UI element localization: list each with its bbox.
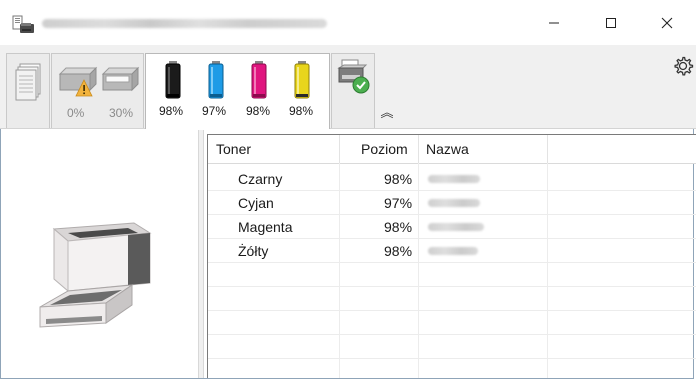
table-row-empty xyxy=(208,335,696,359)
maximize-button[interactable] xyxy=(588,10,634,40)
toner-table: Toner Poziom Nazwa Czarny 98% Cyjan 97% … xyxy=(207,134,696,378)
table-row[interactable]: Żółty 98% xyxy=(208,239,696,263)
toner-name-cell: Cyjan xyxy=(238,195,274,211)
column-header-level[interactable]: Poziom xyxy=(361,135,408,163)
close-icon xyxy=(661,16,673,34)
paper-level-1: 0% xyxy=(67,106,85,120)
collapse-toggle-button[interactable]: ︽ xyxy=(378,105,396,121)
table-row[interactable]: Czarny 98% xyxy=(208,167,696,191)
toner-yellow-level: 98% xyxy=(289,104,314,118)
printer-preview-pane xyxy=(6,134,196,376)
toner-name-cell: Czarny xyxy=(238,171,283,187)
status-tabs-bar: 0% 30% 98% 97% 98% 98% ︽ xyxy=(0,45,696,129)
tab-toner[interactable]: 98% 97% 98% 98% xyxy=(145,53,330,129)
column-header-toner[interactable]: Toner xyxy=(216,135,251,163)
toner-cyan-cartridge-icon xyxy=(208,61,224,104)
part-name-redacted xyxy=(428,199,480,207)
table-row-empty xyxy=(208,263,696,287)
toner-black-level: 98% xyxy=(159,104,184,118)
toner-name-cell: Żółty xyxy=(238,243,269,259)
tab-device-status[interactable] xyxy=(331,53,375,128)
tab-jobs[interactable] xyxy=(6,53,50,128)
toner-level-cell: 97% xyxy=(384,195,413,211)
toner-level-cell: 98% xyxy=(384,243,413,259)
settings-gear-icon[interactable] xyxy=(672,55,694,82)
printer-illustration-icon xyxy=(28,219,158,354)
toner-cyan-level: 97% xyxy=(202,104,227,118)
column-header-name[interactable]: Nazwa xyxy=(426,135,469,163)
minimize-button[interactable] xyxy=(531,10,577,40)
part-name-redacted xyxy=(428,223,484,231)
paper-level-2: 30% xyxy=(109,106,134,120)
document-stack-icon xyxy=(14,62,44,107)
toner-name-cell: Magenta xyxy=(238,219,293,235)
toner-magenta-cartridge-icon xyxy=(251,61,267,104)
column-divider[interactable] xyxy=(339,135,340,163)
printer-app-icon xyxy=(11,15,35,35)
window-title-redacted xyxy=(42,19,327,28)
close-button[interactable] xyxy=(644,10,690,40)
column-divider[interactable] xyxy=(418,135,419,163)
device-ok-icon xyxy=(336,58,372,101)
toner-level-cell: 98% xyxy=(384,171,413,187)
column-divider[interactable] xyxy=(547,135,548,163)
paper-tray-warning-icon xyxy=(56,64,102,107)
tab-paper[interactable]: 0% 30% xyxy=(51,53,144,128)
table-row[interactable]: Magenta 98% xyxy=(208,215,696,239)
toner-black-cartridge-icon xyxy=(165,61,181,104)
table-row-empty xyxy=(208,311,696,335)
toner-yellow-cartridge-icon xyxy=(294,61,310,104)
table-row[interactable]: Cyjan 97% xyxy=(208,191,696,215)
paper-tray-icon xyxy=(100,64,142,103)
part-name-redacted xyxy=(428,247,478,255)
title-bar[interactable] xyxy=(0,0,696,45)
table-row-empty xyxy=(208,287,696,311)
minimize-icon xyxy=(548,16,560,34)
pane-splitter[interactable] xyxy=(198,130,204,378)
table-row-empty xyxy=(208,359,696,378)
toner-level-cell: 98% xyxy=(384,219,413,235)
part-name-redacted xyxy=(428,175,480,183)
table-header: Toner Poziom Nazwa xyxy=(208,135,696,164)
maximize-icon xyxy=(605,16,617,34)
toner-magenta-level: 98% xyxy=(246,104,271,118)
